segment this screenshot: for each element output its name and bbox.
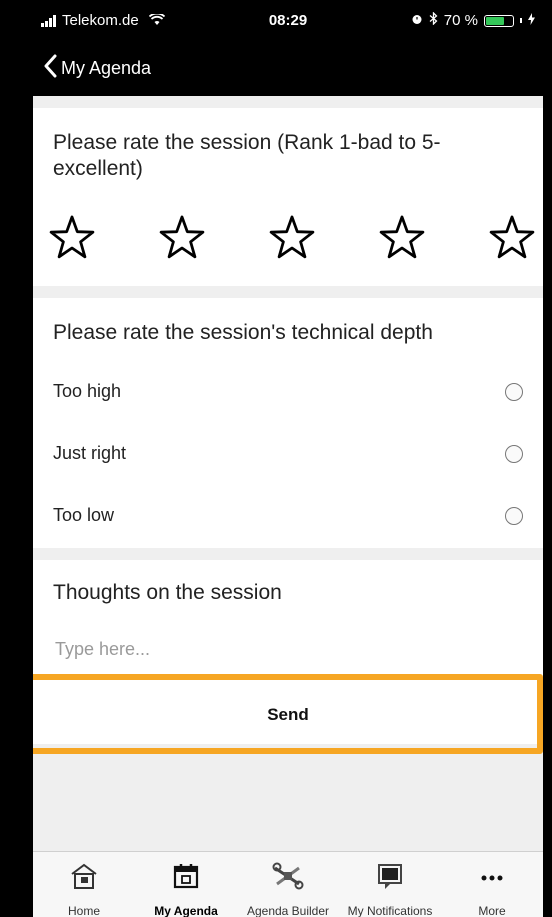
- depth-question: Please rate the session's technical dept…: [53, 321, 433, 344]
- alarm-icon: [411, 12, 423, 29]
- technical-depth-section: Please rate the session's technical dept…: [33, 298, 543, 548]
- star-4-icon[interactable]: [377, 213, 427, 263]
- battery-cap: [520, 18, 522, 23]
- tab-label: Agenda Builder: [246, 904, 330, 917]
- tab-more[interactable]: More: [441, 852, 543, 917]
- navigation-bar: My Agenda: [33, 40, 543, 96]
- notifications-icon: [339, 862, 441, 892]
- radio-button[interactable]: [505, 507, 523, 525]
- thoughts-input[interactable]: [53, 630, 517, 668]
- option-label: Too low: [53, 505, 115, 525]
- star-5-icon[interactable]: [487, 213, 537, 263]
- star-2-icon[interactable]: [157, 213, 207, 263]
- phone-screen: Telekom.de 08:29 70 % My Agenda Please r…: [33, 0, 543, 917]
- send-highlight-frame: [33, 674, 543, 754]
- tab-my-agenda[interactable]: My Agenda: [135, 852, 237, 917]
- depth-option-just-right[interactable]: Just right: [33, 433, 543, 473]
- battery-icon: [484, 14, 514, 27]
- option-label: Too high: [53, 381, 122, 401]
- back-button[interactable]: My Agenda: [43, 54, 151, 83]
- option-label: Just right: [53, 443, 127, 463]
- tab-bar: Home My Agenda Agenda Builder My Notific…: [33, 851, 543, 917]
- thoughts-title: Thoughts on the session: [53, 581, 282, 604]
- battery-percent: 70 %: [443, 12, 478, 29]
- tools-icon: [237, 862, 339, 892]
- depth-option-too-low[interactable]: Too low: [33, 495, 543, 535]
- tab-home[interactable]: Home: [33, 852, 135, 917]
- bluetooth-icon: [429, 11, 438, 29]
- more-icon: [441, 862, 543, 892]
- status-bar: Telekom.de 08:29 70 %: [33, 0, 543, 40]
- star-3-icon[interactable]: [267, 213, 317, 263]
- thoughts-section: Thoughts on the session: [33, 560, 543, 690]
- tab-label: Home: [67, 904, 100, 917]
- calendar-icon: [135, 862, 237, 892]
- tab-my-notifications[interactable]: My Notifications: [339, 852, 441, 917]
- tab-label: My Notifications: [347, 904, 433, 917]
- tab-agenda-builder[interactable]: Agenda Builder: [237, 852, 339, 917]
- tab-label: My Agenda: [154, 904, 218, 917]
- star-rating: [47, 213, 537, 263]
- star-1-icon[interactable]: [47, 213, 97, 263]
- rating-section: Please rate the session (Rank 1-bad to 5…: [33, 108, 543, 286]
- charging-icon: [528, 12, 535, 29]
- back-label: My Agenda: [61, 57, 152, 78]
- radio-button[interactable]: [505, 445, 523, 463]
- radio-button[interactable]: [505, 383, 523, 401]
- chevron-left-icon: [43, 54, 57, 83]
- depth-option-too-high[interactable]: Too high: [33, 371, 543, 411]
- home-icon: [33, 862, 135, 892]
- rating-question: Please rate the session (Rank 1-bad to 5…: [53, 131, 441, 181]
- tab-label: More: [478, 904, 506, 917]
- status-right: 70 %: [411, 11, 535, 29]
